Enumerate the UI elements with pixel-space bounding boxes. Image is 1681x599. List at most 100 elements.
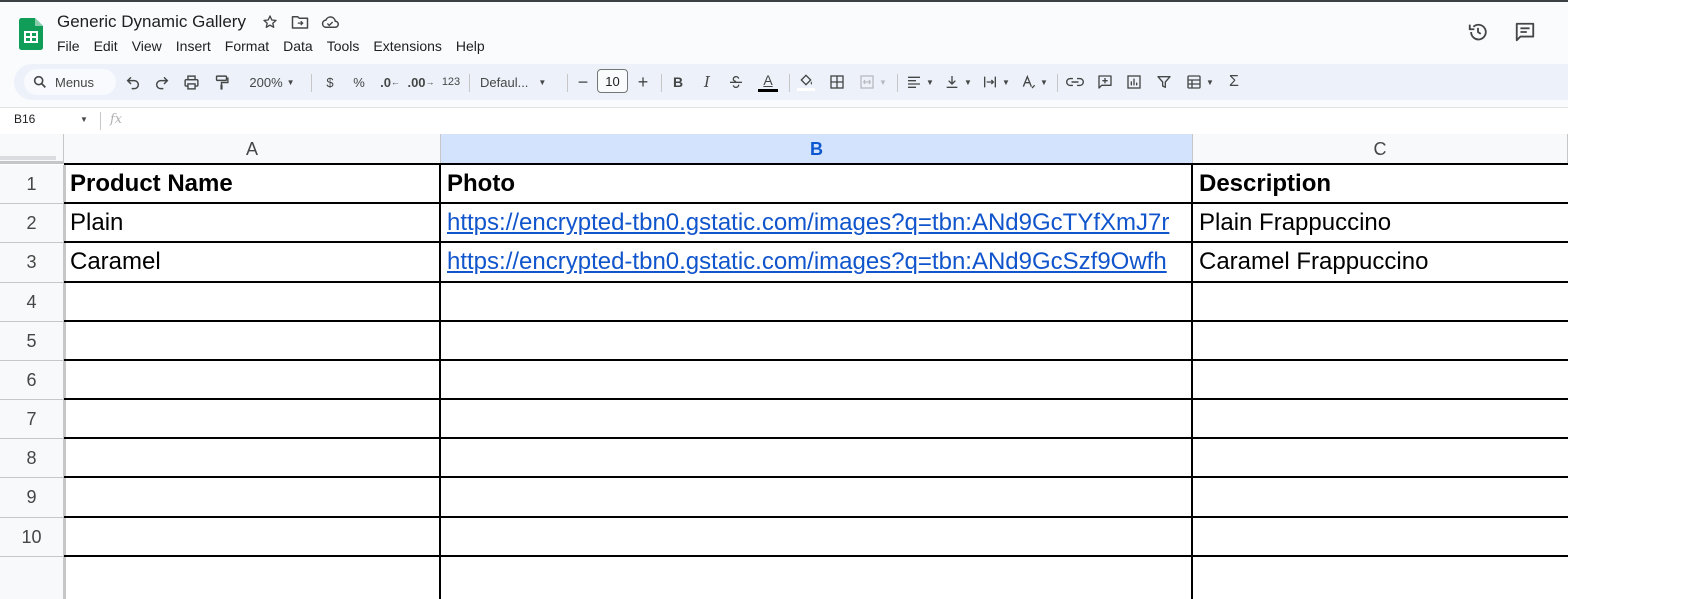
zoom-select[interactable]: 200% ▼ bbox=[241, 69, 303, 95]
decrease-decimal-button[interactable]: .0 ← bbox=[377, 69, 403, 95]
font-size-input[interactable]: 10 bbox=[597, 69, 628, 93]
cell-c1[interactable]: Description bbox=[1193, 165, 1568, 204]
cell-c6[interactable] bbox=[1193, 361, 1568, 400]
menu-data[interactable]: Data bbox=[276, 36, 320, 56]
select-all-corner[interactable] bbox=[0, 134, 64, 164]
row-header[interactable]: 7 bbox=[0, 400, 64, 439]
cell-a10[interactable] bbox=[64, 518, 441, 557]
row-header[interactable]: 10 bbox=[0, 518, 64, 557]
row-header[interactable]: 3 bbox=[0, 243, 64, 283]
cell-b7[interactable] bbox=[441, 400, 1193, 439]
search-menus-button[interactable]: Menus bbox=[24, 69, 116, 95]
functions-icon[interactable]: Σ bbox=[1223, 69, 1245, 95]
comments-icon[interactable] bbox=[1513, 20, 1537, 44]
filter-icon[interactable] bbox=[1153, 69, 1175, 95]
row-header[interactable]: 4 bbox=[0, 283, 64, 322]
cell-a1[interactable]: Product Name bbox=[64, 165, 441, 204]
cell-b8[interactable] bbox=[441, 439, 1193, 478]
row-header[interactable]: 5 bbox=[0, 322, 64, 361]
insert-comment-icon[interactable] bbox=[1094, 69, 1116, 95]
fill-color-icon[interactable] bbox=[794, 69, 818, 95]
cell-a4[interactable] bbox=[64, 283, 441, 322]
cell-a9[interactable] bbox=[64, 478, 441, 518]
text-wrap-icon[interactable]: ▼ bbox=[979, 69, 1013, 95]
menu-edit[interactable]: Edit bbox=[87, 36, 125, 56]
cell-b11[interactable] bbox=[441, 557, 1193, 599]
column-header-a[interactable]: A bbox=[64, 134, 441, 165]
table-view-icon[interactable]: ▼ bbox=[1183, 69, 1217, 95]
cell-a3[interactable]: Caramel bbox=[64, 243, 441, 283]
font-family-select[interactable]: Defaul... ▼ bbox=[480, 69, 558, 95]
cell-a8[interactable] bbox=[64, 439, 441, 478]
cell-b5[interactable] bbox=[441, 322, 1193, 361]
bold-button[interactable]: B bbox=[667, 69, 689, 95]
menu-file[interactable]: File bbox=[50, 36, 87, 56]
cell-c2[interactable]: Plain Frappuccino bbox=[1193, 204, 1568, 243]
row-header[interactable]: 8 bbox=[0, 439, 64, 478]
row-header[interactable]: 2 bbox=[0, 204, 64, 243]
row-header[interactable]: 1 bbox=[0, 165, 64, 204]
document-title[interactable]: Generic Dynamic Gallery bbox=[57, 12, 246, 32]
name-box[interactable]: B16 bbox=[14, 112, 35, 126]
decrease-font-size-button[interactable]: − bbox=[574, 69, 592, 95]
move-folder-icon[interactable] bbox=[290, 12, 310, 32]
cell-b6[interactable] bbox=[441, 361, 1193, 400]
menu-help[interactable]: Help bbox=[449, 36, 492, 56]
sheets-logo-icon[interactable] bbox=[19, 18, 43, 50]
cell-b2[interactable]: https://encrypted-tbn0.gstatic.com/image… bbox=[441, 204, 1193, 243]
version-history-icon[interactable] bbox=[1466, 20, 1490, 44]
format-percent-button[interactable]: % bbox=[348, 69, 370, 95]
cell-c11[interactable] bbox=[1193, 557, 1568, 599]
merge-cells-icon[interactable]: ▼ bbox=[855, 69, 891, 95]
cell-c9[interactable] bbox=[1193, 478, 1568, 518]
row-header[interactable] bbox=[0, 557, 64, 599]
menu-extensions[interactable]: Extensions bbox=[366, 36, 448, 56]
cloud-status-icon[interactable] bbox=[320, 12, 340, 32]
link-icon[interactable] bbox=[1064, 69, 1086, 95]
menu-view[interactable]: View bbox=[125, 36, 169, 56]
cell-a5[interactable] bbox=[64, 322, 441, 361]
chevron-down-icon[interactable]: ▼ bbox=[80, 115, 88, 124]
align-left-icon[interactable]: ▼ bbox=[903, 69, 937, 95]
cell-b9[interactable] bbox=[441, 478, 1193, 518]
text-color-label: A bbox=[763, 71, 773, 88]
valign-bottom-icon[interactable]: ▼ bbox=[941, 69, 975, 95]
text-rotate-icon[interactable]: ▼ bbox=[1017, 69, 1051, 95]
cell-b3[interactable]: https://encrypted-tbn0.gstatic.com/image… bbox=[441, 243, 1193, 283]
undo-icon[interactable] bbox=[122, 69, 144, 95]
cell-c4[interactable] bbox=[1193, 283, 1568, 322]
paint-format-icon[interactable] bbox=[210, 69, 232, 95]
frozen-row-handle[interactable] bbox=[0, 156, 56, 160]
cell-c7[interactable] bbox=[1193, 400, 1568, 439]
menu-insert[interactable]: Insert bbox=[169, 36, 218, 56]
cell-b1[interactable]: Photo bbox=[441, 165, 1193, 204]
text-color-button[interactable]: A bbox=[756, 69, 780, 95]
row-header[interactable]: 9 bbox=[0, 478, 64, 518]
italic-button[interactable]: I bbox=[696, 69, 718, 95]
cell-a11[interactable] bbox=[64, 557, 441, 599]
cell-b4[interactable] bbox=[441, 283, 1193, 322]
cell-b10[interactable] bbox=[441, 518, 1193, 557]
redo-icon[interactable] bbox=[151, 69, 173, 95]
cell-a2[interactable]: Plain bbox=[64, 204, 441, 243]
cell-c8[interactable] bbox=[1193, 439, 1568, 478]
increase-font-size-button[interactable]: + bbox=[633, 69, 653, 95]
more-formats-button[interactable]: 123 bbox=[439, 69, 463, 95]
format-currency-button[interactable]: $ bbox=[319, 69, 341, 95]
cell-c3[interactable]: Caramel Frappuccino bbox=[1193, 243, 1568, 283]
cell-c10[interactable] bbox=[1193, 518, 1568, 557]
menu-tools[interactable]: Tools bbox=[320, 36, 367, 56]
row-header[interactable]: 6 bbox=[0, 361, 64, 400]
menu-format[interactable]: Format bbox=[218, 36, 276, 56]
cell-a6[interactable] bbox=[64, 361, 441, 400]
column-header-b[interactable]: B bbox=[441, 134, 1193, 165]
insert-chart-icon[interactable] bbox=[1123, 69, 1145, 95]
print-icon[interactable] bbox=[180, 69, 202, 95]
star-icon[interactable] bbox=[260, 12, 280, 32]
borders-icon[interactable] bbox=[826, 69, 848, 95]
increase-decimal-button[interactable]: .00 → bbox=[407, 69, 435, 95]
cell-a7[interactable] bbox=[64, 400, 441, 439]
strikethrough-button[interactable] bbox=[725, 69, 747, 95]
cell-c5[interactable] bbox=[1193, 322, 1568, 361]
column-header-c[interactable]: C bbox=[1193, 134, 1568, 165]
